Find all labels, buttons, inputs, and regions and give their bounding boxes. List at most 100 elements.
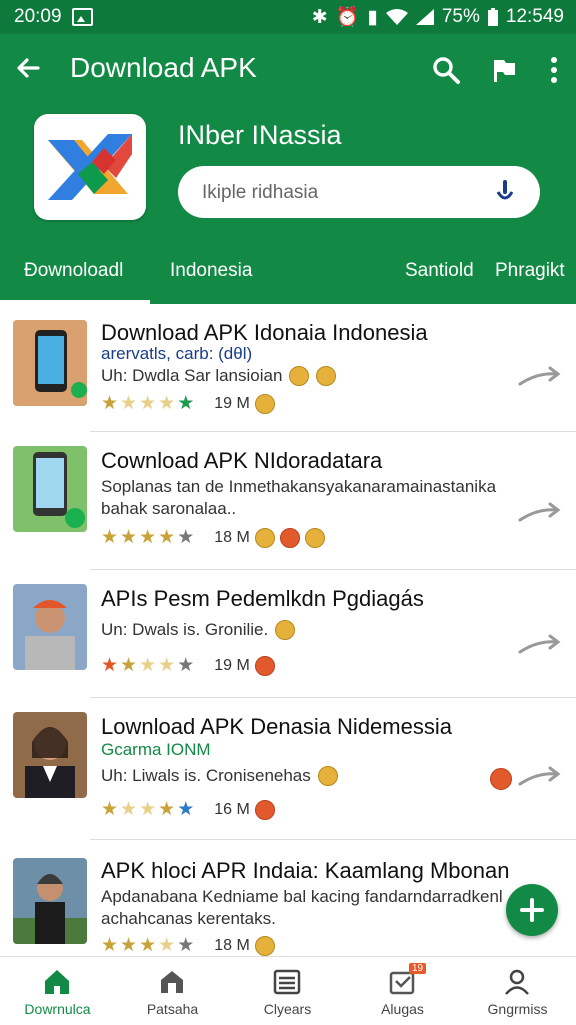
list-item[interactable]: Lownload APK Denasia Nidemessia Gcarma I…: [0, 698, 576, 840]
star-icon: ★: [158, 527, 176, 548]
item-size: 18 M: [214, 936, 250, 954]
emoji-icon: [275, 620, 296, 640]
star-icon: ★: [139, 655, 157, 676]
emoji-icon: [279, 527, 300, 548]
add-icon: [520, 898, 544, 922]
star-icon: ★: [101, 799, 119, 820]
page-title: Download APK: [70, 52, 257, 83]
list-item[interactable]: Cownload APK NIdoradatara Soplanas tan d…: [0, 432, 576, 570]
nav-alugas[interactable]: 19 Alugas: [345, 957, 460, 1025]
app-logo: [34, 114, 146, 220]
app-thumbnail: [13, 446, 87, 532]
list-icon: [273, 969, 301, 995]
rating: ★ ★ ★ ★ ★ 19 M: [101, 392, 275, 415]
wifi-icon: [385, 9, 408, 25]
rating: ★ ★ ★ ★ ★ 16 M: [101, 798, 275, 821]
emoji-icon: [289, 366, 310, 386]
item-title: Download APK Idonaia Indonesia: [101, 320, 428, 345]
app-thumbnail: [13, 320, 87, 406]
profile-icon: [505, 969, 529, 995]
list-item[interactable]: Download APK Idonaia Indonesia arervatls…: [0, 304, 576, 432]
nav-patsaha[interactable]: Patsaha: [115, 957, 230, 1025]
emoji-icon: [254, 799, 275, 820]
item-subtitle: Gcarma IONM: [101, 740, 211, 759]
battery-level: 75%: [441, 6, 480, 27]
item-size: 18 M: [214, 528, 250, 546]
alarm-icon: ⏰: [335, 7, 360, 28]
item-title: APK hloci APR Indaia: Kaamlang Mbonan: [101, 858, 510, 883]
star-icon: ★: [158, 655, 176, 676]
share-arrow-icon[interactable]: [518, 366, 562, 390]
more-vert-icon[interactable]: [540, 54, 568, 86]
share-arrow-icon[interactable]: [518, 634, 562, 658]
star-icon: ★: [120, 527, 138, 548]
status-clock: 12:549: [505, 6, 564, 27]
status-time: 20:09: [14, 6, 62, 27]
battery-icon: [487, 8, 498, 26]
star-icon: ★: [139, 935, 157, 956]
item-meta: Un: Dwals is. Gronilie.: [101, 620, 296, 640]
star-icon: ★: [120, 393, 138, 414]
emoji-icon: [316, 366, 337, 386]
app-thumbnail: [13, 712, 87, 798]
search-bar[interactable]: [178, 166, 540, 218]
star-icon: ★: [177, 393, 195, 414]
emoji-icon: [254, 655, 275, 676]
back-arrow-icon[interactable]: [12, 52, 44, 84]
vibrate-icon: ▮: [367, 6, 378, 28]
item-title: APIs Pesm Pedemlkdn Pgdiagás: [101, 586, 424, 611]
list-item[interactable]: APK hloci APR Indaia: Kaamlang Mbonan Ap…: [0, 840, 576, 956]
bluetooth-icon: ✱: [311, 6, 328, 28]
nav-clyears[interactable]: Clyears: [230, 957, 345, 1025]
store-icon: [161, 971, 183, 993]
bottom-navigation: Dowrnulca Patsaha Clyears 19 Alugas Gngr…: [0, 956, 576, 1025]
app-name: INber INassia: [178, 120, 342, 150]
star-icon: ★: [120, 655, 138, 676]
nav-gngrmiss[interactable]: Gngrmiss: [460, 957, 575, 1025]
flag-icon[interactable]: [488, 54, 520, 86]
item-meta: Uh: Dwdla Sar lansioian: [101, 366, 337, 386]
item-size: 19 M: [214, 394, 250, 412]
star-icon: ★: [177, 935, 195, 956]
rating: ★ ★ ★ ★ ★ 18 M: [101, 934, 275, 956]
emoji-icon: [304, 527, 325, 548]
item-meta: Uh: Liwals is. Cronisenehas: [101, 766, 338, 786]
add-fab-button[interactable]: [506, 884, 558, 936]
item-title: Lownload APK Denasia Nidemessia: [101, 714, 452, 739]
rating: ★ ★ ★ ★ ★ 18 M: [101, 526, 325, 549]
notification-badge: 19: [409, 963, 427, 974]
star-icon: ★: [139, 527, 157, 548]
top-app-bar: Download APK: [0, 34, 576, 106]
mic-icon[interactable]: [496, 178, 514, 206]
app-thumbnail: [13, 584, 87, 670]
share-arrow-icon[interactable]: [518, 502, 562, 526]
list-item[interactable]: APIs Pesm Pedemlkdn Pgdiagás Un: Dwals i…: [0, 570, 576, 698]
star-icon: ★: [139, 799, 157, 820]
app-header: Download APK INber INassia Ðownoloadl In…: [0, 34, 576, 304]
star-icon: ★: [139, 393, 157, 414]
tab-phragikt[interactable]: Phragikt: [495, 260, 565, 282]
search-input[interactable]: [200, 178, 474, 208]
emoji-icon: [317, 766, 338, 786]
home-icon: [45, 970, 69, 994]
share-arrow-icon[interactable]: [518, 766, 562, 790]
tab-indonesia[interactable]: Indonesia: [170, 260, 252, 282]
star-icon: ★: [177, 655, 195, 676]
star-icon: ★: [158, 935, 176, 956]
star-icon: ★: [158, 799, 176, 820]
item-description: Soplanas tan de Inmethakansyakanaramaina…: [101, 477, 497, 518]
star-icon: ★: [177, 527, 195, 548]
star-icon: ★: [177, 799, 195, 820]
star-icon: ★: [101, 527, 119, 548]
tab-santiold[interactable]: Santiold: [405, 260, 474, 282]
item-size: 16 M: [214, 800, 250, 818]
star-icon: ★: [101, 655, 119, 676]
item-subtitle: arervatls, carb: (dθl): [101, 344, 253, 363]
search-icon[interactable]: [430, 54, 462, 86]
nav-download[interactable]: Dowrnulca: [0, 957, 115, 1025]
tab-download[interactable]: Ðownoloadl: [24, 260, 123, 282]
star-icon: ★: [101, 935, 119, 956]
status-bar: 20:09 ✱ ⏰ ▮ 75% 12:549: [0, 0, 576, 34]
item-size: 19 M: [214, 656, 250, 674]
emoji-icon: [254, 393, 275, 414]
